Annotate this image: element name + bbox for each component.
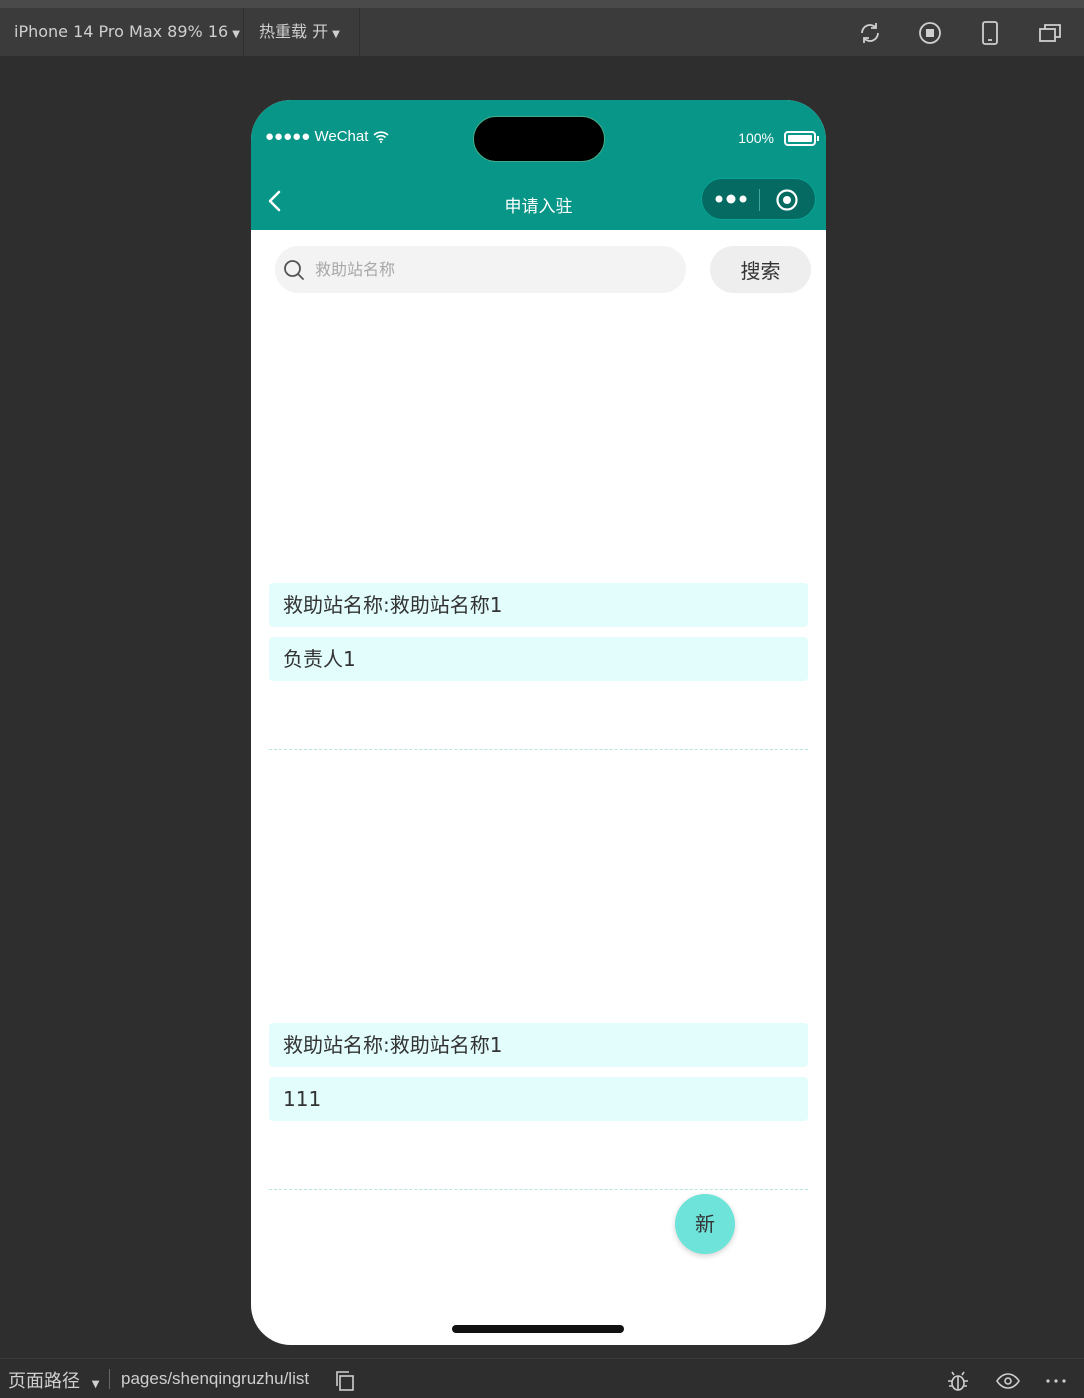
capsule-divider: [759, 189, 760, 211]
contact-field: 111: [269, 1077, 808, 1121]
footer-divider: [109, 1369, 110, 1389]
phone-icon[interactable]: [977, 20, 1003, 46]
chevron-down-icon: ▼: [332, 29, 340, 40]
chevron-down-icon: ▼: [91, 1379, 100, 1390]
device-selector[interactable]: iPhone 14 Pro Max 89% 16 ▼: [0, 8, 254, 56]
contact-field: 负责人1: [269, 637, 808, 681]
menu-capsule: [701, 178, 816, 220]
more-icon[interactable]: [714, 191, 748, 207]
search-input[interactable]: [315, 246, 675, 293]
toolbar-divider: [359, 8, 360, 56]
chevron-down-icon: ▼: [232, 29, 240, 40]
station-name-field: 救助站名称:救助站名称1: [269, 1023, 808, 1067]
item-divider: [269, 1189, 808, 1190]
carrier-label: ●●●●● WeChat: [265, 128, 389, 145]
toolbar-divider: [243, 8, 244, 56]
search-button[interactable]: 搜索: [710, 246, 811, 293]
stop-icon[interactable]: [917, 20, 943, 46]
battery-percent: 100%: [738, 130, 774, 146]
page-path: pages/shenqingruzhu/list: [121, 1369, 310, 1388]
page-path-selector[interactable]: 页面路径 ▼: [8, 1367, 99, 1393]
debug-icon[interactable]: [946, 1369, 970, 1393]
simulator-toolbar: iPhone 14 Pro Max 89% 16 ▼ 热重载 开 ▼: [0, 0, 1084, 56]
wifi-icon: [373, 131, 389, 144]
station-name-field: 救助站名称:救助站名称1: [269, 583, 808, 627]
add-new-button[interactable]: 新: [675, 1194, 735, 1254]
refresh-icon[interactable]: [857, 20, 883, 46]
home-indicator: [452, 1325, 624, 1333]
more-options-icon[interactable]: [1044, 1369, 1068, 1393]
navigation-bar: 申请入驻: [251, 172, 826, 230]
search-icon: [284, 260, 304, 280]
item-divider: [269, 749, 808, 750]
search-bar: [275, 246, 686, 293]
eye-icon[interactable]: [996, 1369, 1020, 1393]
phone-simulator: ●●●●● WeChat 100% 申请入驻 救助站名称 搜索 救助站名称:救助…: [251, 100, 826, 1345]
close-miniprogram-icon[interactable]: [775, 188, 799, 212]
status-bar: ●●●●● WeChat 100%: [251, 100, 826, 172]
battery-icon: [784, 131, 819, 146]
window-icon[interactable]: [1037, 20, 1063, 46]
hot-reload-label: 热重载 开: [259, 22, 329, 41]
hot-reload-toggle[interactable]: 热重载 开 ▼: [245, 8, 354, 56]
dynamic-island: [473, 116, 605, 162]
page-path-label: 页面路径: [8, 1371, 80, 1392]
status-footer: 页面路径 ▼ pages/shenqingruzhu/list: [0, 1358, 1084, 1398]
device-selector-label: iPhone 14 Pro Max 89% 16: [14, 22, 229, 41]
carrier-text: ●●●●● WeChat: [265, 128, 369, 145]
copy-icon[interactable]: [333, 1369, 357, 1393]
